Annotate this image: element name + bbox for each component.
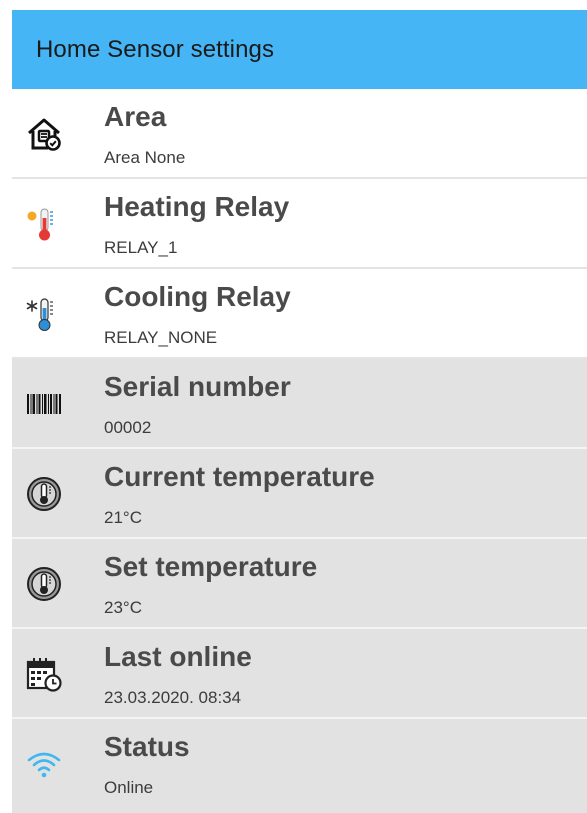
setting-title: Area [104, 101, 167, 132]
setting-item-status[interactable]: Status Online [12, 719, 587, 813]
setting-title: Set temperature [104, 551, 318, 582]
wifi-icon [26, 746, 62, 782]
page-title: Home Sensor settings [36, 35, 275, 63]
setting-title: Heating Relay [104, 191, 290, 222]
setting-item-current-temperature[interactable]: Current temperature 21°C [12, 449, 587, 539]
app-bar: Home Sensor settings [12, 10, 587, 89]
setting-value: Online [104, 778, 154, 797]
setting-value: Area None [104, 148, 186, 167]
setting-title: Current temperature [104, 461, 375, 492]
home-settings-icon [26, 116, 62, 152]
setting-item-cooling-relay[interactable]: Cooling Relay RELAY_NONE [12, 269, 587, 359]
setting-value: RELAY_1 [104, 238, 178, 257]
setting-item-heating-relay[interactable]: Heating Relay RELAY_1 [12, 179, 587, 269]
calendar-clock-icon [26, 656, 62, 692]
settings-list: Area Area None Heating Relay RELAY_1 Coo… [12, 89, 587, 813]
setting-title: Serial number [104, 371, 291, 402]
setting-value: 00002 [104, 418, 152, 437]
setting-value: 23.03.2020. 08:34 [104, 688, 242, 707]
heating-thermometer-icon [26, 206, 62, 242]
thermostat-icon [26, 566, 62, 602]
setting-title: Last online [104, 641, 252, 672]
setting-value: 23°C [104, 598, 142, 617]
setting-item-last-online[interactable]: Last online 23.03.2020. 08:34 [12, 629, 587, 719]
screen: Home Sensor settings Area Area None Heat… [0, 0, 587, 813]
barcode-icon [26, 386, 62, 422]
cooling-thermometer-icon [26, 296, 62, 332]
setting-item-area[interactable]: Area Area None [12, 89, 587, 179]
setting-value: RELAY_NONE [104, 328, 218, 347]
setting-title: Cooling Relay [104, 281, 291, 312]
setting-title: Status [104, 731, 190, 762]
setting-item-set-temperature[interactable]: Set temperature 23°C [12, 539, 587, 629]
thermostat-icon [26, 476, 62, 512]
setting-item-serial-number[interactable]: Serial number 00002 [12, 359, 587, 449]
setting-value: 21°C [104, 508, 142, 527]
